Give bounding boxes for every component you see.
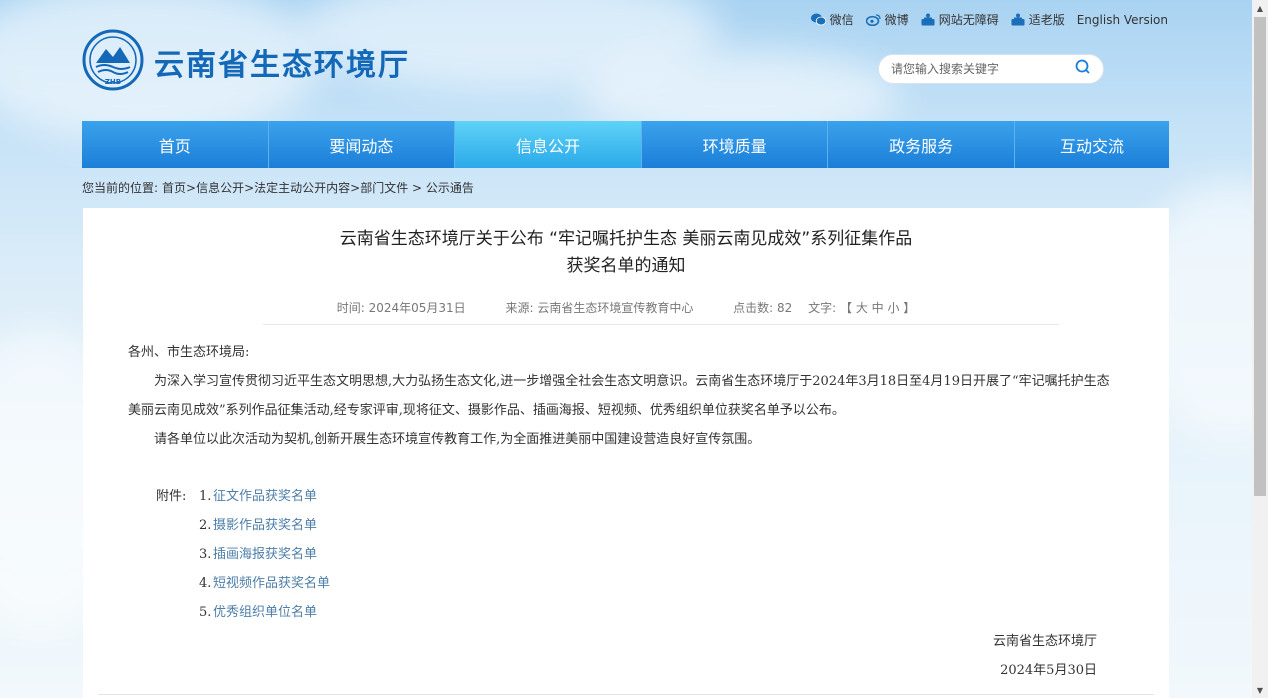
elderly-mode-icon xyxy=(1011,13,1025,26)
nav-info-disclosure[interactable]: 信息公开 xyxy=(455,121,642,168)
elderly-mode-link[interactable]: 适老版 xyxy=(1011,11,1065,28)
wechat-label: 微信 xyxy=(829,13,854,27)
attachment-row: 3. 插画海报获奖名单 xyxy=(156,540,1113,569)
breadcrumb-path[interactable]: 首页>信息公开>法定主动公开内容>部门文件 > 公示通告 xyxy=(162,179,474,196)
search-box xyxy=(878,54,1104,84)
accessibility-link[interactable]: 网站无障碍 xyxy=(921,11,999,28)
wechat-link[interactable]: 微信 xyxy=(810,11,854,28)
attachment-row: 附件: 1. 征文作品获奖名单 xyxy=(156,482,1113,511)
site-logo[interactable]: ZHB 云南省生态环境厅 xyxy=(82,29,410,95)
main-nav: 首页 要闻动态 信息公开 环境质量 政务服务 互动交流 xyxy=(82,121,1169,168)
nav-government-services[interactable]: 政务服务 xyxy=(828,121,1015,168)
meta-divider xyxy=(263,324,1059,325)
font-size-switch[interactable]: 文字: 【 大 中 小 】 xyxy=(808,301,915,315)
nav-interaction[interactable]: 互动交流 xyxy=(1015,121,1169,168)
article-title-line2: 获奖名单的通知 xyxy=(566,256,686,276)
attachment-num: 5. xyxy=(199,605,212,620)
attachment-num: 1. xyxy=(199,489,212,504)
search-input[interactable] xyxy=(891,62,1075,76)
scroll-thumb[interactable] xyxy=(1254,17,1266,496)
accessibility-icon xyxy=(921,13,935,26)
top-links: 微信 微博 网站无障碍 适老版 English Version xyxy=(810,11,1168,28)
attachment-num: 3. xyxy=(199,547,212,562)
breadcrumb: 您当前的位置: 首页>信息公开>法定主动公开内容>部门文件 > 公示通告 xyxy=(82,179,474,196)
article-panel: 云南省生态环境厅关于公布 “牢记嘱托护生态 美丽云南见成效”系列征集作品 获奖名… xyxy=(83,208,1169,698)
search-icon[interactable] xyxy=(1075,59,1091,79)
attachment-link-poster[interactable]: 插画海报获奖名单 xyxy=(213,540,317,569)
signature-date: 2024年5月30日 xyxy=(1000,663,1097,678)
breadcrumb-prefix: 您当前的位置: xyxy=(82,181,159,195)
publish-time: 时间: 2024年05月31日 xyxy=(336,301,466,315)
attachment-link-photo[interactable]: 摄影作品获奖名单 xyxy=(213,511,317,540)
attachment-link-essay[interactable]: 征文作品获奖名单 xyxy=(213,482,317,511)
nav-news[interactable]: 要闻动态 xyxy=(269,121,456,168)
weibo-icon xyxy=(865,13,881,26)
emblem-icon: ZHB xyxy=(82,29,144,95)
english-version-label: English Version xyxy=(1076,12,1168,27)
bottom-divider xyxy=(98,694,1154,695)
attachment-row: 4. 短视频作品获奖名单 xyxy=(156,569,1113,598)
article-body: 各州、市生态环境局: 为深入学习宣传贯彻习近平生态文明思想,大力弘扬生态文化,进… xyxy=(128,338,1113,685)
paragraph-2: 请各单位以此次活动为契机,创新开展生态环境宣传教育工作,为全面推进美丽中国建设营… xyxy=(154,432,761,447)
scroll-down-icon[interactable]: ▼ xyxy=(1252,682,1268,698)
article-title: 云南省生态环境厅关于公布 “牢记嘱托护生态 美丽云南见成效”系列征集作品 获奖名… xyxy=(83,226,1169,280)
accessibility-label: 网站无障碍 xyxy=(938,13,999,27)
article-meta: 时间: 2024年05月31日 来源: 云南省生态环境宣传教育中心 点击数: 8… xyxy=(83,299,1169,316)
nav-home[interactable]: 首页 xyxy=(82,121,269,168)
attachment-row: 2. 摄影作品获奖名单 xyxy=(156,511,1113,540)
site-title: 云南省生态环境厅 xyxy=(154,48,410,83)
attachment-num: 4. xyxy=(199,576,212,591)
wechat-icon xyxy=(810,13,826,26)
elderly-mode-label: 适老版 xyxy=(1028,13,1065,27)
nav-environment-quality[interactable]: 环境质量 xyxy=(642,121,829,168)
page: 微信 微博 网站无障碍 适老版 English Version ZHB 云南省生… xyxy=(0,0,1268,698)
click-count: 点击数: 82 xyxy=(733,301,793,315)
attachment-link-video[interactable]: 短视频作品获奖名单 xyxy=(213,569,330,598)
attachment-row: 5. 优秀组织单位名单 xyxy=(156,598,1113,627)
attachment-num: 2. xyxy=(199,518,212,533)
vertical-scrollbar[interactable]: ▲ ▼ xyxy=(1252,0,1268,698)
salutation: 各州、市生态环境局: xyxy=(128,345,250,360)
emblem-text: ZHB xyxy=(105,78,121,86)
paragraph-1: 为深入学习宣传贯彻习近平生态文明思想,大力弘扬生态文化,进一步增强全社会生态文明… xyxy=(128,374,1110,418)
weibo-label: 微博 xyxy=(884,13,909,27)
attachments: 附件: 1. 征文作品获奖名单 2. 摄影作品获奖名单 3. 插画海报获奖名单 … xyxy=(128,482,1113,627)
scroll-up-icon[interactable]: ▲ xyxy=(1252,0,1268,16)
article-source: 来源: 云南省生态环境宣传教育中心 xyxy=(505,301,694,315)
attachment-link-organizer[interactable]: 优秀组织单位名单 xyxy=(213,598,317,627)
attachment-label: 附件: xyxy=(156,489,187,504)
weibo-link[interactable]: 微博 xyxy=(865,11,909,28)
english-version-link[interactable]: English Version xyxy=(1077,13,1168,27)
article-title-line1: 云南省生态环境厅关于公布 “牢记嘱托护生态 美丽云南见成效”系列征集作品 xyxy=(339,229,913,249)
signature: 云南省生态环境厅 xyxy=(992,634,1097,649)
